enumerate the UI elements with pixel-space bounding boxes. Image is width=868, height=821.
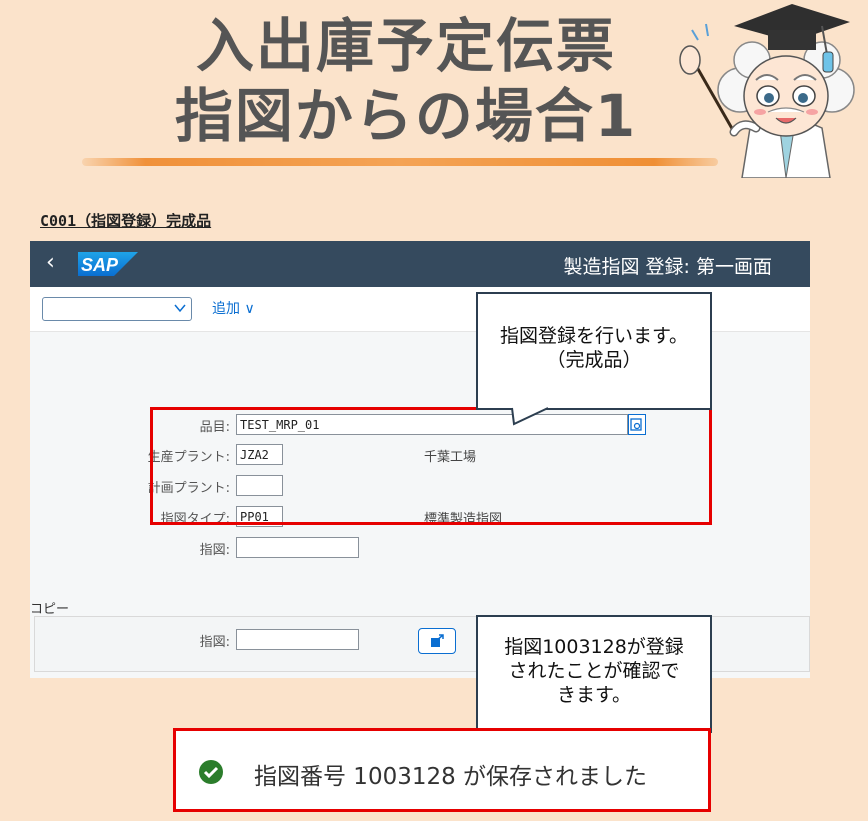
copy-section-label: コピー (30, 602, 70, 617)
callout-register: 指図登録を行います。 （完成品） (476, 292, 712, 410)
callout1-tail (511, 407, 549, 426)
add-menu-label: 追加 (212, 301, 240, 317)
callout1-line2: （完成品） (546, 349, 642, 371)
callout2-line1: 指図1003128が登録 (504, 636, 684, 658)
professor-illustration (679, 4, 855, 178)
add-menu-button[interactable]: 追加 ∨ (212, 298, 255, 318)
svg-text:SAP: SAP (81, 255, 119, 275)
brush-underline (82, 158, 718, 166)
status-message-box: 指図番号 1003128 が保存されました (173, 728, 711, 812)
copy-button[interactable] (418, 628, 456, 654)
sap-logo: SAP (78, 252, 138, 276)
callout2-line3: きます。 (556, 684, 632, 706)
chevron-down-icon: ∨ (244, 301, 255, 317)
chevron-down-icon (174, 304, 186, 313)
fields-highlight-box (150, 407, 712, 525)
copy-order-label: 指図: (199, 635, 230, 650)
callout2-line2: されたことが確認で (508, 660, 680, 682)
status-message: 指図番号 1003128 が保存されました (254, 764, 648, 790)
callout1-line1: 指図登録を行います。 (499, 325, 689, 347)
copy-order-input[interactable] (236, 629, 359, 650)
back-chevron-icon[interactable]: ‹ (46, 250, 55, 275)
sap-shell-header: ‹ SAP 製造指図 登録: 第一画面 (30, 241, 810, 287)
section-label: C001（指図登録）完成品 (40, 212, 212, 230)
copy-arrow-icon (431, 634, 444, 647)
success-check-icon (199, 760, 223, 784)
app-title: 製造指図 登録: 第一画面 (563, 256, 772, 278)
callout-confirmed: 指図1003128が登録 されたことが確認で きます。 (476, 615, 712, 733)
order-input[interactable] (236, 537, 359, 558)
order-label: 指図: (199, 543, 230, 558)
variant-select[interactable] (42, 297, 192, 321)
